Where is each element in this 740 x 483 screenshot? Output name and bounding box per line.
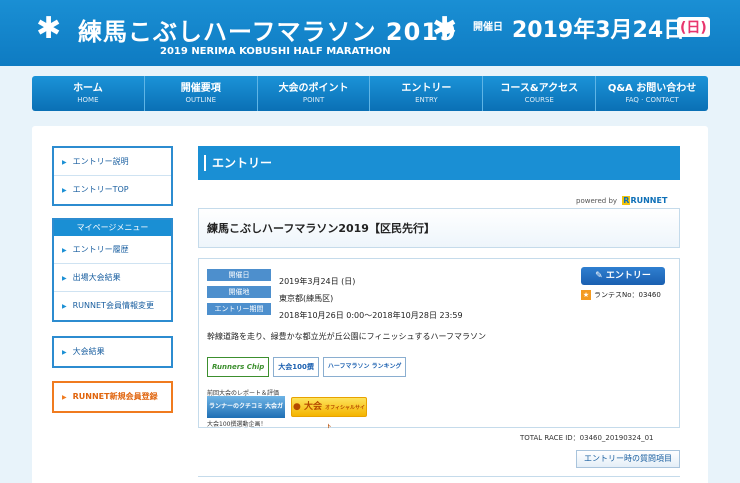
info-row-date: 開催日2019年3月24日 (日) — [207, 269, 355, 286]
sidebar-item-label: RUNNET新規会員登録 — [72, 392, 158, 401]
entry-button[interactable]: ✎ エントリー — [581, 267, 665, 285]
sidebar-results-box: ▶ 大会結果 — [52, 336, 173, 368]
pencil-icon: ✎ — [595, 271, 606, 281]
sidebar-item-register[interactable]: ▶ RUNNET新規会員登録 — [54, 383, 171, 411]
event-date: 2019年3月24日 — [512, 18, 686, 43]
race-title: 練馬こぶしハーフマラソン2019【区民先行】 — [198, 208, 680, 248]
triangle-right-icon: ▶ — [62, 187, 67, 194]
total-race-id: TOTAL RACE ID：03460_20190324_01 — [520, 434, 654, 442]
runners-chip-badge[interactable]: Runners Chip — [207, 357, 270, 377]
half-marathon-ranking-badge[interactable]: ハーフマラソン ランキング — [322, 357, 407, 377]
site-title[interactable]: 練馬こぶしハーフマラソン 2019 — [78, 12, 457, 47]
runnet-logo[interactable]: RRUNNET — [622, 196, 667, 205]
nav-sublabel: OUTLINE — [185, 96, 217, 104]
sidebar-item-member-info[interactable]: ▶ RUNNET会員情報変更 — [54, 292, 171, 320]
entry-button-label: エントリー — [605, 271, 651, 281]
nav-course[interactable]: コース&アクセス COURSE — [483, 76, 597, 111]
nav-label: エントリー — [401, 83, 452, 94]
badge-row: Runners Chip 大会100撰 ハーフマラソン ランキング — [207, 357, 407, 377]
site-subtitle: 2019 NERIMA KOBUSHI HALF MARATHON — [160, 46, 391, 57]
global-nav: ホーム HOME 開催要項 OUTLINE 大会のポイント POINT エントリ… — [32, 76, 708, 111]
runtes-label: ランテスNo：03460 — [594, 291, 661, 299]
sidebar-item-history[interactable]: ▶ エントリー履歴 — [54, 236, 171, 264]
sidebar-entry-box: ▶ エントリー説明 ▶ エントリーTOP — [52, 146, 173, 206]
official-site-label: 大会 — [303, 402, 322, 412]
runtes-number: ★ ランテスNo：03460 — [581, 290, 661, 300]
runnet-logo-text: RUNNET — [630, 196, 668, 205]
sidebar-item-results[interactable]: ▶ 大会結果 — [54, 338, 171, 366]
sidebar-item-label: エントリー説明 — [72, 157, 129, 166]
sidebar-register-box: ▶ RUNNET新規会員登録 — [52, 381, 173, 413]
triangle-right-icon: ▶ — [62, 303, 67, 310]
nav-label: 大会のポイント — [278, 83, 349, 94]
info-row-period: エントリー期間 2018年10月26日 0:00〜2018年10月28日 23:5… — [207, 303, 463, 320]
taikai-100-badge[interactable]: 大会100撰 — [273, 357, 319, 377]
sidebar-item-label: 大会結果 — [72, 347, 105, 356]
nav-sublabel: HOME — [77, 96, 99, 104]
sidebar-item-label: エントリーTOP — [72, 185, 129, 194]
nav-point[interactable]: 大会のポイント POINT — [258, 76, 371, 111]
divider — [198, 476, 680, 477]
triangle-right-icon: ▶ — [62, 394, 67, 401]
race-description: 幹線道路を走り、緑豊かな都立光が丘公園にフィニッシュするハーフマラソン — [207, 332, 487, 341]
nav-sublabel: COURSE — [524, 96, 554, 104]
triangle-right-icon: ▶ — [62, 349, 67, 356]
nav-outline[interactable]: 開催要項 OUTLINE — [145, 76, 258, 111]
sidebar-item-entry-guide[interactable]: ▶ エントリー説明 — [54, 148, 171, 176]
info-value: 2018年10月26日 0:00〜2018年10月28日 23:59 — [279, 311, 463, 320]
flower-icon: ✱ — [432, 11, 458, 46]
info-label: 開催日 — [207, 269, 271, 281]
report-note: 大会100撰選動企画！ — [207, 421, 267, 428]
sidebar-item-label: RUNNET会員情報変更 — [72, 301, 154, 310]
event-day: (日) — [677, 17, 710, 37]
mypage-heading: マイページメニュー — [54, 220, 171, 236]
nav-sublabel: FAQ · CONTACT — [625, 96, 679, 104]
powered-by: powered by RRUNNET — [576, 196, 667, 205]
nav-faq[interactable]: Q&A お問い合わせ FAQ · CONTACT — [596, 76, 708, 111]
nav-label: Q&A お問い合わせ — [607, 83, 697, 94]
info-label: エントリー期間 — [207, 303, 271, 315]
sidebar-item-label: 出場大会結果 — [72, 273, 121, 282]
info-row-venue: 開催地東京都(練馬区) — [207, 286, 333, 303]
flower-icon: ✱ — [36, 11, 62, 46]
nav-entry[interactable]: エントリー ENTRY — [370, 76, 484, 111]
nav-home[interactable]: ホーム HOME — [32, 76, 145, 111]
info-label: 開催地 — [207, 286, 271, 298]
sidebar-item-entry-top[interactable]: ▶ エントリーTOP — [54, 176, 171, 204]
entry-questions-button[interactable]: エントリー時の質問項目 — [576, 450, 680, 468]
sidebar-mypage-box: マイページメニュー ▶ エントリー履歴 ▶ 出場大会結果 ▶ RUNNET会員情報変更 — [52, 218, 173, 322]
triangle-right-icon: ▶ — [62, 247, 67, 254]
sidebar-item-label: エントリー履歴 — [72, 245, 129, 254]
race-details: 開催日2019年3月24日 (日) 開催地東京都(練馬区) エントリー期間 201… — [198, 258, 680, 432]
dot-icon: ● — [292, 402, 304, 412]
section-title: エントリー — [198, 146, 680, 180]
official-site-sublabel: オフィシャルサイト — [325, 405, 366, 430]
powered-by-label: powered by — [576, 197, 618, 205]
runner-icon: ★ — [581, 290, 591, 300]
nav-sublabel: POINT — [302, 96, 325, 104]
date-label: 開催日 — [473, 22, 503, 33]
triangle-right-icon: ▶ — [62, 275, 67, 282]
site-header: ✱ 練馬こぶしハーフマラソン 2019 ✱ 開催日 2019年3月24日 (日)… — [0, 0, 740, 66]
nav-label: ホーム — [73, 83, 103, 94]
triangle-right-icon: ▶ — [62, 159, 67, 166]
nav-sublabel: ENTRY — [415, 96, 438, 104]
report-banner[interactable]: ランナーのクチコミ 大会ガイド — [207, 396, 285, 432]
official-site-button[interactable]: ● 大会 オフィシャルサイト — [291, 397, 367, 430]
sidebar-item-race-results[interactable]: ▶ 出場大会結果 — [54, 264, 171, 292]
nav-label: 開催要項 — [180, 83, 221, 94]
nav-label: コース&アクセス — [500, 83, 579, 94]
